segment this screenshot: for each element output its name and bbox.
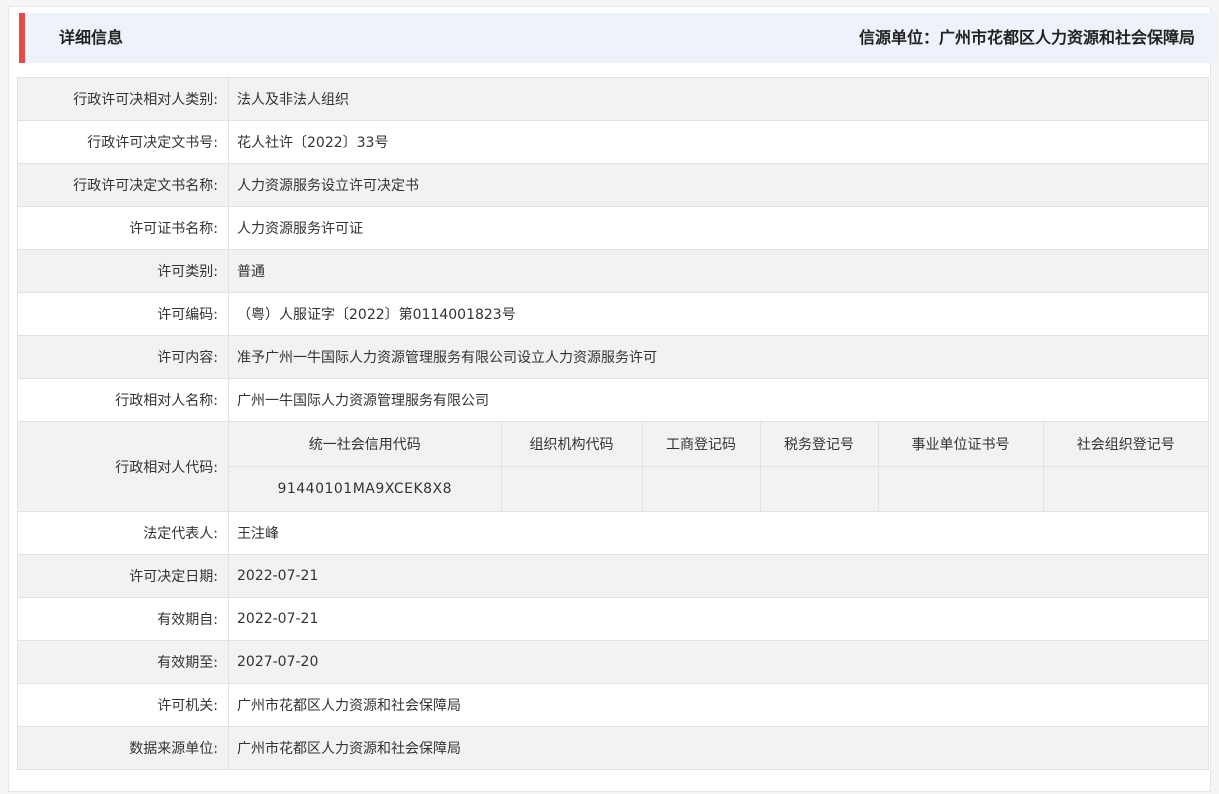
code-table: 统一社会信用代码 组织机构代码 工商登记码 税务登记号 事业单位证书号 社会组织… xyxy=(229,422,1208,511)
row-label: 许可编码: xyxy=(17,292,229,336)
table-row: 行政许可决定文书号: 花人社许〔2022〕33号 xyxy=(17,120,1209,164)
code-header: 事业单位证书号 xyxy=(877,422,1044,467)
code-header-row: 统一社会信用代码 组织机构代码 工商登记码 税务登记号 事业单位证书号 社会组织… xyxy=(229,422,1208,467)
code-header: 社会组织登记号 xyxy=(1042,422,1208,467)
row-value: 广州一牛国际人力资源管理服务有限公司 xyxy=(228,378,1209,422)
row-label: 数据来源单位: xyxy=(17,726,229,770)
code-value-social-org xyxy=(1042,466,1208,511)
header-source-unit: 信源单位：广州市花都区人力资源和社会保障局 xyxy=(858,28,1195,47)
row-value: 2022-07-21 xyxy=(228,554,1209,598)
row-value: 花人社许〔2022〕33号 xyxy=(228,120,1209,164)
table-row: 许可决定日期: 2022-07-21 xyxy=(17,554,1209,598)
code-value-institution xyxy=(877,466,1044,511)
row-value: 普通 xyxy=(228,249,1209,293)
row-label: 行政相对人代码: xyxy=(17,421,229,512)
code-value-org xyxy=(500,466,643,511)
table-row: 许可编码: （粤）人服证字〔2022〕第0114001823号 xyxy=(17,292,1209,336)
row-value: 2027-07-20 xyxy=(228,640,1209,684)
row-label: 许可证书名称: xyxy=(17,206,229,250)
code-header: 统一社会信用代码 xyxy=(229,422,502,467)
row-label: 法定代表人: xyxy=(17,511,229,555)
row-value: 王注峰 xyxy=(228,511,1209,555)
table-row: 许可类别: 普通 xyxy=(17,249,1209,293)
header-accent-bar xyxy=(19,13,25,63)
row-label: 许可机关: xyxy=(17,683,229,727)
code-header: 税务登记号 xyxy=(759,422,879,467)
table-row: 许可证书名称: 人力资源服务许可证 xyxy=(17,206,1209,250)
table-row: 许可内容: 准予广州一牛国际人力资源管理服务有限公司设立人力资源服务许可 xyxy=(17,335,1209,379)
row-label: 行政许可决定文书号: xyxy=(17,120,229,164)
code-value-credit: 91440101MA9XCEK8X8 xyxy=(229,466,502,511)
table-row: 有效期至: 2027-07-20 xyxy=(17,640,1209,684)
row-value: 人力资源服务许可证 xyxy=(228,206,1209,250)
detail-header: 详细信息 信源单位：广州市花都区人力资源和社会保障局 xyxy=(19,13,1218,63)
row-label: 行政许可决定文书名称: xyxy=(17,163,229,207)
table-row-codes: 行政相对人代码: 统一社会信用代码 组织机构代码 工商登记码 税务登记号 事业单… xyxy=(17,421,1209,512)
table-row: 数据来源单位: 广州市花都区人力资源和社会保障局 xyxy=(17,726,1209,770)
table-row: 法定代表人: 王注峰 xyxy=(17,511,1209,555)
table-row: 行政相对人名称: 广州一牛国际人力资源管理服务有限公司 xyxy=(17,378,1209,422)
code-header: 组织机构代码 xyxy=(500,422,643,467)
row-label: 行政相对人名称: xyxy=(17,378,229,422)
header-title: 详细信息 xyxy=(59,28,124,47)
row-label: 有效期自: xyxy=(17,597,229,641)
code-value-business xyxy=(641,466,761,511)
row-label: 许可类别: xyxy=(17,249,229,293)
row-label: 有效期至: xyxy=(17,640,229,684)
code-value-tax xyxy=(759,466,879,511)
row-label: 行政许可决相对人类别: xyxy=(17,77,229,121)
row-value: 准予广州一牛国际人力资源管理服务有限公司设立人力资源服务许可 xyxy=(228,335,1209,379)
row-value: 广州市花都区人力资源和社会保障局 xyxy=(228,683,1209,727)
row-value: 人力资源服务设立许可决定书 xyxy=(228,163,1209,207)
row-label: 许可决定日期: xyxy=(17,554,229,598)
code-value-row: 91440101MA9XCEK8X8 xyxy=(229,466,1208,511)
row-value: 法人及非法人组织 xyxy=(228,77,1209,121)
detail-table: 行政许可决相对人类别: 法人及非法人组织 行政许可决定文书号: 花人社许〔202… xyxy=(17,77,1209,770)
row-value: 广州市花都区人力资源和社会保障局 xyxy=(228,726,1209,770)
codes-cell: 统一社会信用代码 组织机构代码 工商登记码 税务登记号 事业单位证书号 社会组织… xyxy=(228,421,1209,512)
code-header: 工商登记码 xyxy=(641,422,761,467)
table-row: 有效期自: 2022-07-21 xyxy=(17,597,1209,641)
row-value: 2022-07-21 xyxy=(228,597,1209,641)
row-label: 许可内容: xyxy=(17,335,229,379)
table-row: 许可机关: 广州市花都区人力资源和社会保障局 xyxy=(17,683,1209,727)
row-value: （粤）人服证字〔2022〕第0114001823号 xyxy=(228,292,1209,336)
table-row: 行政许可决定文书名称: 人力资源服务设立许可决定书 xyxy=(17,163,1209,207)
table-row: 行政许可决相对人类别: 法人及非法人组织 xyxy=(17,77,1209,121)
